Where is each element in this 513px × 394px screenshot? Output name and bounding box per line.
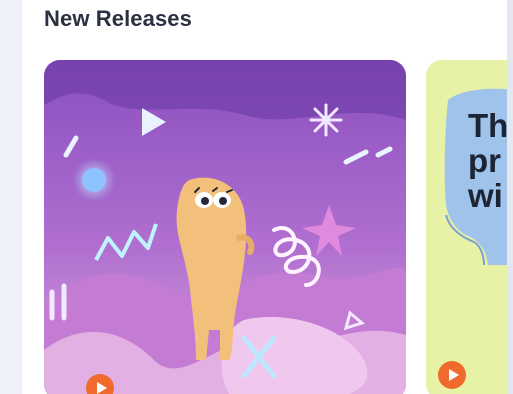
release-artwork-1 [44, 60, 406, 394]
play-icon [96, 382, 107, 394]
play-button[interactable] [86, 374, 114, 394]
page-edge [507, 0, 513, 394]
content-panel: New Releases Th pr wi [22, 0, 513, 394]
play-button[interactable] [438, 361, 466, 389]
section-title: New Releases [44, 6, 192, 31]
card-2-title-partial: Th pr wi [468, 107, 509, 214]
play-icon [448, 369, 459, 381]
release-card-2[interactable]: Th pr wi [426, 60, 513, 394]
release-card-1[interactable] [44, 60, 406, 394]
